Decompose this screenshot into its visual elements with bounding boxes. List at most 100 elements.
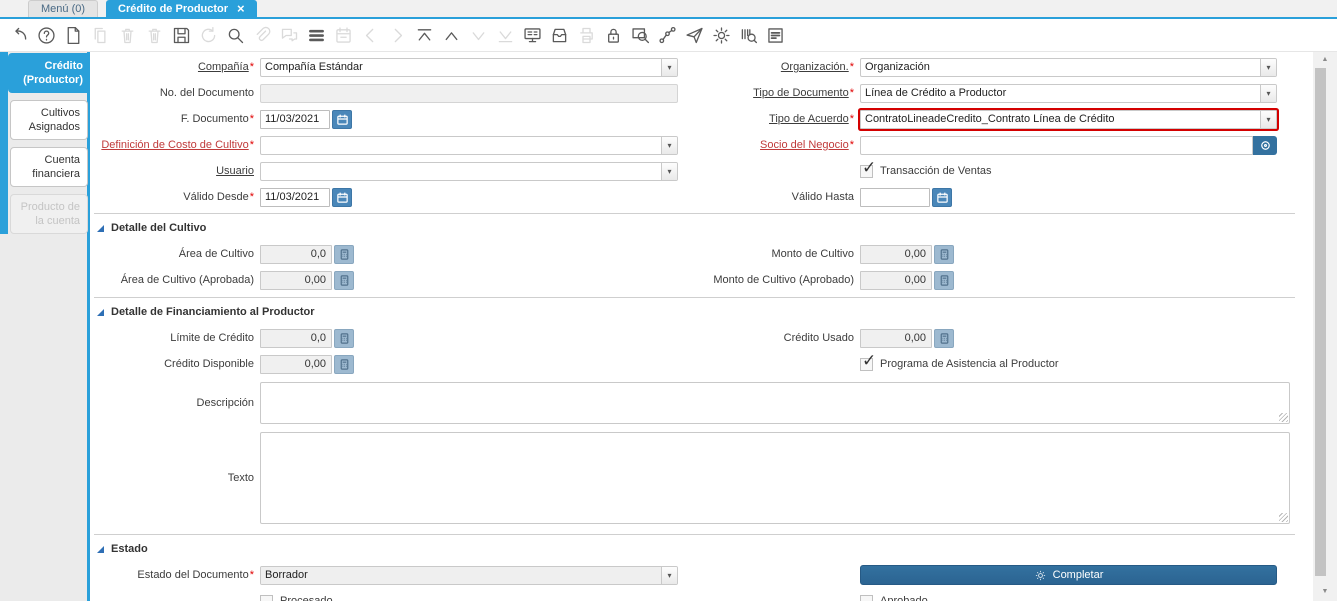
valido-hasta-input[interactable]	[860, 187, 930, 207]
usuario-combo[interactable]: ▾	[260, 161, 678, 181]
tipo-acuerdo-combo[interactable]: ContratoLineadeCredito_Contrato Línea de…	[860, 109, 1277, 129]
group-estado[interactable]: Estado	[90, 541, 1313, 557]
record-info-icon	[1260, 140, 1270, 150]
scroll-up-icon[interactable]: ▲	[1313, 56, 1337, 63]
valido-desde-label: Válido Desde	[183, 191, 249, 203]
calculator-button[interactable]	[934, 328, 954, 348]
workflow-icon[interactable]	[654, 22, 681, 48]
product-info-icon[interactable]	[735, 22, 762, 48]
calendar-picker-button[interactable]	[332, 187, 352, 207]
calculator-button[interactable]	[334, 270, 354, 290]
scroll-down-icon[interactable]: ▼	[1313, 588, 1337, 595]
chevron-down-icon[interactable]: ▾	[661, 162, 677, 180]
tipo-documento-label[interactable]: Tipo de Documento	[753, 87, 849, 99]
calculator-button[interactable]	[934, 244, 954, 264]
sidebar-tab-cultivos-asignados[interactable]: Cultivos Asignados	[10, 100, 88, 140]
chevron-down-icon[interactable]: ▾	[661, 58, 677, 76]
valido-desde-input[interactable]: 11/03/2021	[260, 187, 330, 207]
usuario-label[interactable]: Usuario	[216, 165, 254, 177]
scrollbar-thumb[interactable]	[1315, 68, 1326, 576]
find-icon[interactable]	[222, 22, 249, 48]
sidebar-tab-cuenta-financiera[interactable]: Cuenta financiera	[10, 147, 88, 187]
estado-documento-combo[interactable]: Borrador ▾	[260, 565, 678, 585]
completar-button[interactable]: Completar	[860, 565, 1277, 585]
socio-negocio-input[interactable]	[860, 135, 1253, 155]
compania-combo[interactable]: Compañía Estándar ▾	[260, 57, 678, 77]
row-limite-usado: Límite de Crédito 0,0 Crédito Usado 0,00	[90, 328, 1313, 348]
calculator-icon	[940, 248, 948, 260]
organizacion-combo[interactable]: Organización ▾	[860, 57, 1277, 77]
print-preview-icon[interactable]	[762, 22, 789, 48]
send-icon[interactable]	[681, 22, 708, 48]
texto-label: Texto	[227, 472, 254, 484]
sidebar: Crédito (Productor) Cultivos Asignados C…	[0, 52, 90, 601]
descripcion-textarea[interactable]	[260, 382, 1290, 424]
monto-aprobado-field: 0,00	[860, 270, 932, 290]
preference-icon[interactable]	[708, 22, 735, 48]
calendar-picker-button[interactable]	[332, 109, 352, 129]
window-tab-bar: Menú (0) Crédito de Productor ×	[0, 0, 1337, 19]
group-detalle-cultivo[interactable]: Detalle del Cultivo	[90, 220, 1313, 236]
f-documento-input[interactable]: 11/03/2021	[260, 109, 330, 129]
private-record-icon[interactable]	[600, 22, 627, 48]
last-record-icon	[492, 22, 519, 48]
report-icon[interactable]	[519, 22, 546, 48]
calculator-button[interactable]	[334, 354, 354, 374]
new-record-icon[interactable]	[60, 22, 87, 48]
programa-asistencia-label: Programa de Asistencia al Productor	[880, 358, 1059, 370]
required-marker: *	[249, 61, 254, 73]
transaccion-ventas-checkbox[interactable]: ✓	[860, 159, 876, 178]
texto-textarea[interactable]	[260, 432, 1290, 524]
toggle-grid-icon[interactable]	[303, 22, 330, 48]
save-icon[interactable]	[168, 22, 195, 48]
credito-disponible-field: 0,00	[260, 354, 332, 374]
calculator-button[interactable]	[934, 270, 954, 290]
sidebar-accent-bar	[0, 52, 8, 234]
calculator-button[interactable]	[334, 244, 354, 264]
print-icon	[573, 22, 600, 48]
calendar-icon	[336, 192, 348, 203]
calendar-picker-button[interactable]	[932, 187, 952, 207]
compania-value: Compañía Estándar	[265, 60, 363, 73]
procesado-checkbox[interactable]	[260, 594, 273, 601]
programa-asistencia-checkbox[interactable]: ✓	[860, 352, 876, 371]
resize-grip[interactable]	[1279, 513, 1288, 522]
socio-negocio-search-button[interactable]	[1253, 135, 1277, 155]
tab-menu-label: Menú (0)	[41, 3, 86, 15]
help-icon[interactable]	[33, 22, 60, 48]
undo-icon[interactable]	[6, 22, 33, 48]
tipo-documento-combo[interactable]: Línea de Crédito a Productor ▾	[860, 83, 1277, 103]
sidebar-tab-producto-cuenta: Producto de la cuenta	[10, 194, 88, 234]
chevron-down-icon[interactable]: ▾	[1260, 110, 1276, 128]
row-definicioncosto-socio: Definición de Costo de Cultivo* ▾ Socio …	[90, 135, 1313, 155]
socio-negocio-label[interactable]: Socio del Negocio	[760, 139, 849, 151]
chevron-down-icon[interactable]: ▾	[1260, 58, 1276, 76]
zoom-across-icon[interactable]	[627, 22, 654, 48]
group-financiamiento-title: Detalle de Financiamiento al Productor	[111, 306, 315, 318]
definicion-costo-combo[interactable]: ▾	[260, 135, 678, 155]
completar-button-label: Completar	[1052, 569, 1104, 581]
compania-label[interactable]: Compañía	[198, 61, 249, 73]
chevron-down-icon[interactable]: ▾	[661, 136, 677, 154]
calendar-icon	[336, 114, 348, 125]
chevron-down-icon[interactable]: ▾	[661, 566, 677, 584]
vertical-scrollbar: ▲ ▼	[1313, 52, 1337, 601]
aprobado-checkbox[interactable]	[860, 594, 873, 601]
tab-credito-de-productor[interactable]: Crédito de Productor ×	[106, 0, 257, 17]
sidebar-tab-credito-productor[interactable]: Crédito (Productor)	[8, 53, 90, 93]
chevron-down-icon[interactable]: ▾	[1260, 84, 1276, 102]
calculator-button[interactable]	[334, 328, 354, 348]
close-icon[interactable]: ×	[237, 2, 245, 15]
first-record-icon[interactable]	[411, 22, 438, 48]
tab-menu[interactable]: Menú (0)	[28, 0, 99, 17]
tipo-acuerdo-label[interactable]: Tipo de Acuerdo	[769, 113, 849, 125]
group-financiamiento[interactable]: Detalle de Financiamiento al Productor	[90, 304, 1313, 320]
definicion-costo-label[interactable]: Definición de Costo de Cultivo	[101, 139, 248, 151]
estado-documento-label: Estado del Documento	[137, 569, 249, 581]
organizacion-label[interactable]: Organización.	[781, 61, 849, 73]
parent-record-icon[interactable]	[438, 22, 465, 48]
archive-icon[interactable]	[546, 22, 573, 48]
group-estado-title: Estado	[111, 543, 148, 555]
calendar-icon	[330, 22, 357, 48]
resize-grip[interactable]	[1279, 413, 1288, 422]
